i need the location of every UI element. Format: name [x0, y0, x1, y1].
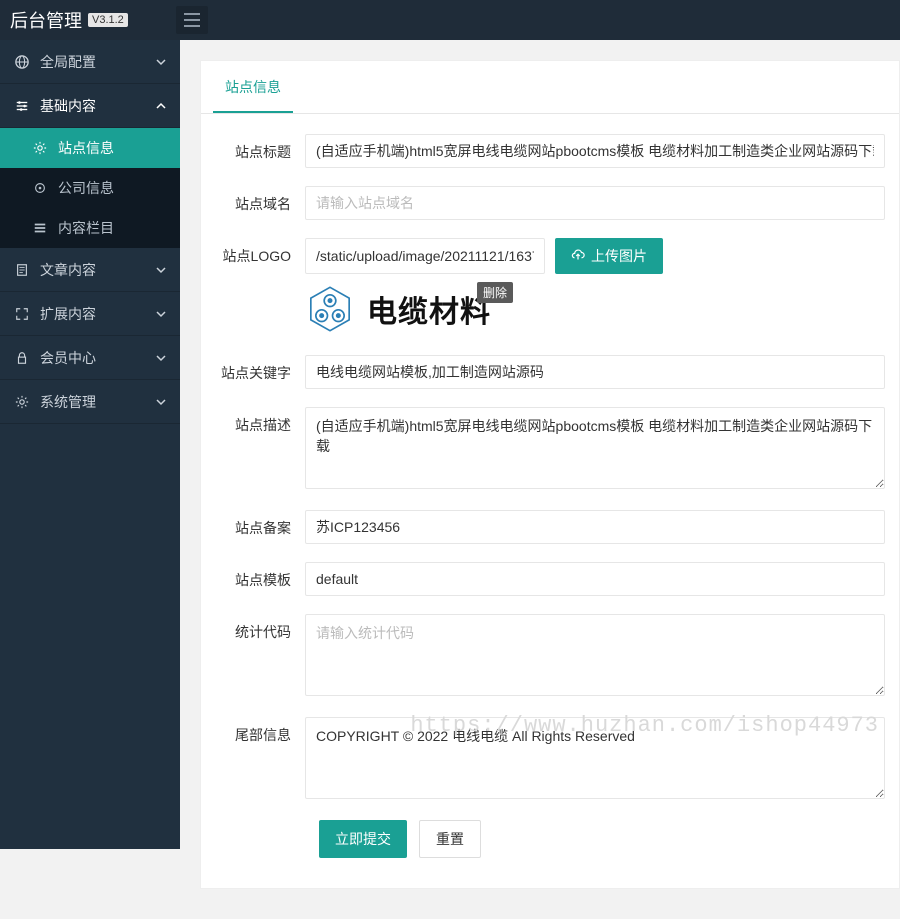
chevron-down-icon — [156, 394, 166, 410]
nav-extended-content[interactable]: 扩展内容 — [0, 292, 180, 336]
topbar: 后台管理 V3.1.2 — [0, 0, 900, 40]
sidebar: 全局配置 基础内容 站点信息 公司信息 内容栏目 文章内容 扩展内容 会员中心 … — [0, 40, 180, 849]
site-desc-textarea[interactable] — [305, 407, 885, 489]
nav-global-config[interactable]: 全局配置 — [0, 40, 180, 84]
chevron-down-icon — [156, 54, 166, 70]
label-site-desc: 站点描述 — [215, 407, 305, 435]
site-title-input[interactable] — [305, 134, 885, 168]
reset-button[interactable]: 重置 — [419, 820, 481, 858]
main-content: 站点信息 站点标题 站点域名 站点LOGO 上传图片 — [180, 40, 900, 919]
cloud-upload-icon — [571, 249, 585, 263]
site-info-form: 站点标题 站点域名 站点LOGO 上传图片 — [201, 114, 899, 888]
nav-basic-content[interactable]: 基础内容 — [0, 84, 180, 128]
nav-label: 内容栏目 — [58, 218, 114, 238]
nav-label: 全局配置 — [40, 52, 96, 72]
gear-icon — [32, 141, 48, 155]
label-site-keywords: 站点关键字 — [215, 355, 305, 383]
list-icon — [32, 221, 48, 235]
menu-toggle-button[interactable] — [176, 6, 208, 34]
nav-label: 会员中心 — [40, 348, 96, 368]
nav-label: 系统管理 — [40, 392, 96, 412]
nav-label: 文章内容 — [40, 260, 96, 280]
doc-icon — [14, 263, 30, 277]
nav-member-center[interactable]: 会员中心 — [0, 336, 180, 380]
chevron-up-icon — [156, 98, 166, 114]
logo-image — [305, 284, 355, 334]
site-template-input[interactable] — [305, 562, 885, 596]
form-card: 站点信息 站点标题 站点域名 站点LOGO 上传图片 — [200, 60, 900, 889]
chevron-down-icon — [156, 306, 166, 322]
label-site-icp: 站点备案 — [215, 510, 305, 538]
logo-text: 电缆材料 — [367, 287, 491, 331]
nav-label: 基础内容 — [40, 96, 96, 116]
tab-site-info[interactable]: 站点信息 — [213, 61, 293, 113]
site-keywords-input[interactable] — [305, 355, 885, 389]
nav-label: 公司信息 — [58, 178, 114, 198]
upload-label: 上传图片 — [591, 246, 647, 266]
footer-info-textarea[interactable] — [305, 717, 885, 799]
label-stats-code: 统计代码 — [215, 614, 305, 642]
chevron-down-icon — [156, 262, 166, 278]
globe-icon — [14, 55, 30, 69]
lock-icon — [14, 351, 30, 365]
nav-content-columns[interactable]: 内容栏目 — [0, 208, 180, 248]
nav-article-content[interactable]: 文章内容 — [0, 248, 180, 292]
site-domain-input[interactable] — [305, 186, 885, 220]
brand: 后台管理 — [10, 7, 82, 33]
label-footer-info: 尾部信息 — [215, 717, 305, 745]
tabs: 站点信息 — [201, 61, 899, 114]
label-site-logo: 站点LOGO — [215, 238, 305, 266]
site-icp-input[interactable] — [305, 510, 885, 544]
upload-image-button[interactable]: 上传图片 — [555, 238, 663, 274]
gear-icon — [14, 395, 30, 409]
site-logo-path-input[interactable] — [305, 238, 545, 274]
nav-label: 站点信息 — [58, 138, 114, 158]
crosshair-icon — [32, 181, 48, 195]
stats-code-textarea[interactable] — [305, 614, 885, 696]
hamburger-icon — [184, 13, 200, 27]
submit-button[interactable]: 立即提交 — [319, 820, 407, 858]
sliders-icon — [14, 99, 30, 113]
logo-preview: 电缆材料 删除 — [305, 284, 491, 334]
expand-icon — [14, 307, 30, 321]
label-site-template: 站点模板 — [215, 562, 305, 590]
nav-system-manage[interactable]: 系统管理 — [0, 380, 180, 424]
nav-company-info[interactable]: 公司信息 — [0, 168, 180, 208]
label-site-title: 站点标题 — [215, 134, 305, 162]
nav-label: 扩展内容 — [40, 304, 96, 324]
chevron-down-icon — [156, 350, 166, 366]
delete-logo-button[interactable]: 删除 — [477, 282, 513, 303]
nav-site-info[interactable]: 站点信息 — [0, 128, 180, 168]
version-badge: V3.1.2 — [88, 13, 128, 27]
label-site-domain: 站点域名 — [215, 186, 305, 214]
